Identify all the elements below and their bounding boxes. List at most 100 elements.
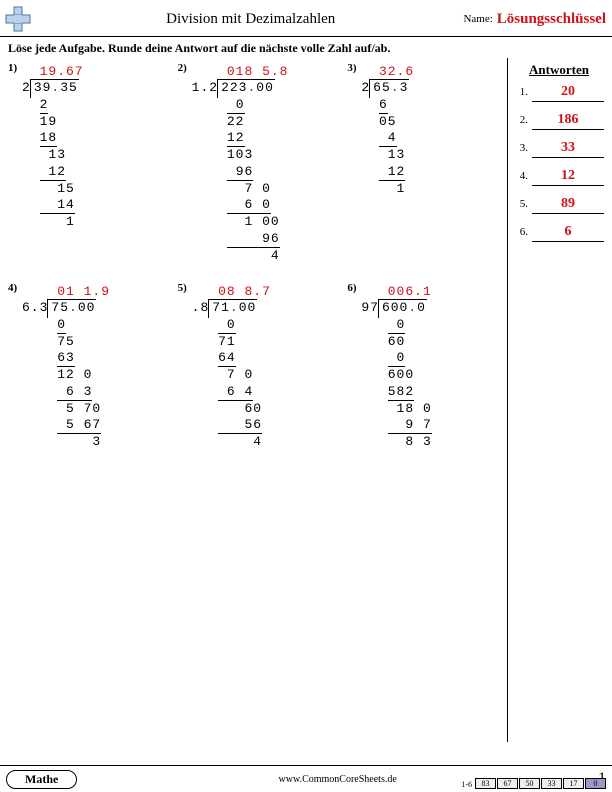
quotient: 32.6 — [361, 64, 503, 80]
step: 15 — [22, 181, 164, 197]
step: 60 — [361, 334, 503, 350]
answers-column: Antworten 1.202.1863.334.125.896.6 — [507, 58, 606, 742]
quotient: 19.67 — [22, 64, 164, 80]
answer-key-label: Lösungsschlüssel — [497, 11, 606, 28]
division-setup: 97600.0 — [361, 300, 503, 316]
answer-number: 3. — [514, 142, 528, 154]
problem-number: 3) — [347, 62, 356, 74]
quotient: 01 1.9 — [22, 284, 164, 300]
step: 3 — [22, 434, 164, 450]
step: 18 0 — [361, 401, 503, 417]
division-setup: 6.375.00 — [22, 300, 164, 316]
answer-value: 186 — [532, 112, 604, 130]
step: 7 0 — [192, 181, 334, 197]
step: 4 — [192, 434, 334, 450]
step: 6 — [361, 97, 503, 114]
step: 12 — [361, 164, 503, 181]
step: 12 — [22, 164, 164, 181]
step: 5 67 — [22, 417, 164, 434]
step: 7 0 — [192, 367, 334, 383]
answer-number: 1. — [514, 86, 528, 98]
step: 19 — [22, 114, 164, 130]
answer-value: 33 — [532, 140, 604, 158]
step: 4 — [192, 248, 334, 264]
step: 71 — [192, 334, 334, 350]
problem-number: 6) — [347, 282, 356, 294]
problem: 2) 018 5.81.2223.00 0 22 12 103 96 7 0 6… — [178, 62, 334, 264]
step: 6 3 — [22, 384, 164, 401]
step: 0 — [361, 317, 503, 334]
answers-heading: Antworten — [514, 62, 604, 78]
step: 103 — [192, 147, 334, 163]
instruction: Löse jede Aufgabe. Runde deine Antwort a… — [0, 37, 612, 58]
division-setup: 265.3 — [361, 80, 503, 96]
meter-cell: 0 — [585, 778, 606, 789]
step: 18 — [22, 130, 164, 147]
step: 22 — [192, 114, 334, 130]
problem-number: 4) — [8, 282, 17, 294]
step: 9 7 — [361, 417, 503, 434]
division-setup: 239.35 — [22, 80, 164, 96]
problem: 6) 006.197600.0 0 60 0 600 582 18 0 9 7 … — [347, 282, 503, 451]
problems-area: 1) 19.67239.35 2 19 18 13 12 15 14 12) 0… — [0, 58, 507, 742]
quotient: 006.1 — [361, 284, 503, 300]
step: 13 — [361, 147, 503, 163]
step: 600 — [361, 367, 503, 383]
problem: 4) 01 1.96.375.00 0 75 63 12 0 6 3 5 70 … — [8, 282, 164, 451]
step: 582 — [361, 384, 503, 401]
step: 1 00 — [192, 214, 334, 230]
answer-number: 5. — [514, 198, 528, 210]
step: 12 0 — [22, 367, 164, 383]
division-setup: 1.2223.00 — [192, 80, 334, 96]
step: 5 70 — [22, 401, 164, 417]
answer-value: 89 — [532, 196, 604, 214]
subject-badge: Mathe — [6, 770, 77, 789]
problem: 3) 32.6265.3 6 05 4 13 12 1 — [347, 62, 503, 264]
step: 12 — [192, 130, 334, 147]
answer-number: 6. — [514, 226, 528, 238]
step: 1 — [22, 214, 164, 230]
step: 64 — [192, 350, 334, 367]
logo-icon — [4, 5, 32, 33]
name-label: Name: — [463, 13, 492, 25]
problem: 1) 19.67239.35 2 19 18 13 12 15 14 1 — [8, 62, 164, 264]
footer: Mathe www.CommonCoreSheets.de 1 1-6 8367… — [0, 765, 612, 792]
answer-value: 12 — [532, 168, 604, 186]
answer-number: 2. — [514, 114, 528, 126]
step: 6 4 — [192, 384, 334, 401]
step: 14 — [22, 197, 164, 214]
answer-value: 20 — [532, 84, 604, 102]
header: Division mit Dezimalzahlen Name: Lösungs… — [0, 0, 612, 37]
step: 0 — [22, 317, 164, 334]
meter-cell: 33 — [541, 778, 562, 789]
meter-cell: 17 — [563, 778, 584, 789]
step: 13 — [22, 147, 164, 163]
meter-cell: 67 — [497, 778, 518, 789]
step: 63 — [22, 350, 164, 367]
problem: 5) 08 8.7.871.00 0 71 64 7 0 6 4 60 56 4 — [178, 282, 334, 451]
step: 0 — [192, 97, 334, 114]
step: 96 — [192, 231, 334, 248]
step: 2 — [22, 97, 164, 114]
quotient: 08 8.7 — [192, 284, 334, 300]
step: 8 3 — [361, 434, 503, 450]
meter-cell: 50 — [519, 778, 540, 789]
page-title: Division mit Dezimalzahlen — [38, 11, 463, 28]
step: 6 0 — [192, 197, 334, 214]
step: 05 — [361, 114, 503, 130]
answer-number: 4. — [514, 170, 528, 182]
step: 4 — [361, 130, 503, 147]
meter-cell: 83 — [475, 778, 496, 789]
step: 96 — [192, 164, 334, 181]
meter-label: 1-6 — [461, 780, 472, 789]
step: 0 — [361, 350, 503, 367]
problem-number: 2) — [178, 62, 187, 74]
problem-number: 1) — [8, 62, 17, 74]
division-setup: .871.00 — [192, 300, 334, 316]
step: 75 — [22, 334, 164, 350]
step: 60 — [192, 401, 334, 417]
problem-number: 5) — [178, 282, 187, 294]
step: 56 — [192, 417, 334, 434]
step: 0 — [192, 317, 334, 334]
quotient: 018 5.8 — [192, 64, 334, 80]
